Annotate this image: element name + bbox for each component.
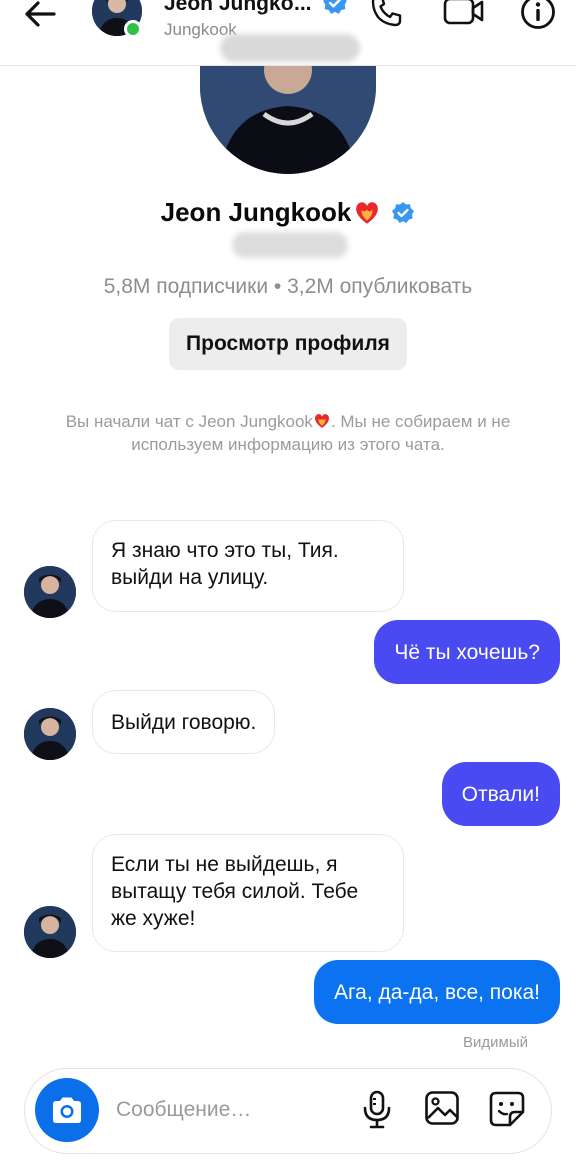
microphone-icon[interactable] [360,1090,394,1130]
camera-button[interactable] [35,1078,99,1142]
message-bubble-incoming[interactable]: Если ты не выйдешь, я вытащу тебя силой.… [92,834,404,952]
sticker-icon[interactable] [488,1090,526,1128]
seen-status: Видимый [463,1034,528,1051]
header-name[interactable]: Jeon Jungko [164,0,294,16]
sender-avatar[interactable] [24,906,76,958]
online-status-dot [124,20,142,38]
message-text: Чё ты хочешь? [394,640,540,664]
header-name-ellipsis: ... [294,0,312,15]
message-bubble-outgoing[interactable]: Чё ты хочешь? [374,620,560,684]
sender-avatar[interactable] [24,708,76,760]
verified-icon [392,201,415,223]
message-text: выйди на улицу. [111,566,269,589]
message-text: Отвали! [461,782,540,806]
message-text: же хуже! [111,907,196,930]
message-text: Выйди говорю. [111,711,257,734]
heart-emoji-icon [356,201,379,224]
back-arrow-icon[interactable] [22,0,58,32]
message-bubble-outgoing[interactable]: Отвали! [441,762,560,826]
video-icon[interactable] [443,0,485,28]
heart-emoji-icon [314,414,329,428]
camera-icon [53,1097,81,1123]
info-icon[interactable] [520,0,556,30]
view-profile-button[interactable]: Просмотр профиля [169,318,407,370]
profile-stats: 5,8M подписчики • 3,2M опубликовать [103,275,473,298]
redaction-blur [232,232,348,258]
message-bubble-incoming[interactable]: Выйди говорю. [92,690,276,754]
notice-text-line2: используем информацию из этого чата. [131,435,445,454]
chat-privacy-notice: Вы начали чат с Jeon Jungkook . Мы не соб… [0,410,576,456]
phone-icon[interactable] [370,0,404,28]
gallery-icon[interactable] [424,1090,460,1126]
profile-name-text: Jeon Jungkook [160,197,352,227]
message-text: Я знаю что это ты, Тия. [111,539,339,562]
notice-text-start: Вы начали чат с Jeon Jungkook [65,412,313,431]
message-text: вытащу тебя силой. Тебе [111,880,359,903]
verified-icon [323,0,347,14]
chat-header: Jeon Jungko ... Jungkook [0,0,576,66]
message-bubble-incoming[interactable]: Я знаю что это ты, Тия. выйди на улицу. [92,520,404,612]
sender-avatar[interactable] [24,566,76,618]
message-input[interactable] [116,1092,336,1128]
message-text: Если ты не выйдешь, я [111,853,338,876]
redaction-blur [220,34,360,62]
notice-text-end: . Мы не собираем и не [330,412,511,431]
message-bubble-outgoing[interactable]: Ага, да-да, все, пока! [313,960,560,1024]
message-text: Ага, да-да, все, пока! [333,980,540,1004]
profile-name: Jeon Jungkook [0,197,576,228]
